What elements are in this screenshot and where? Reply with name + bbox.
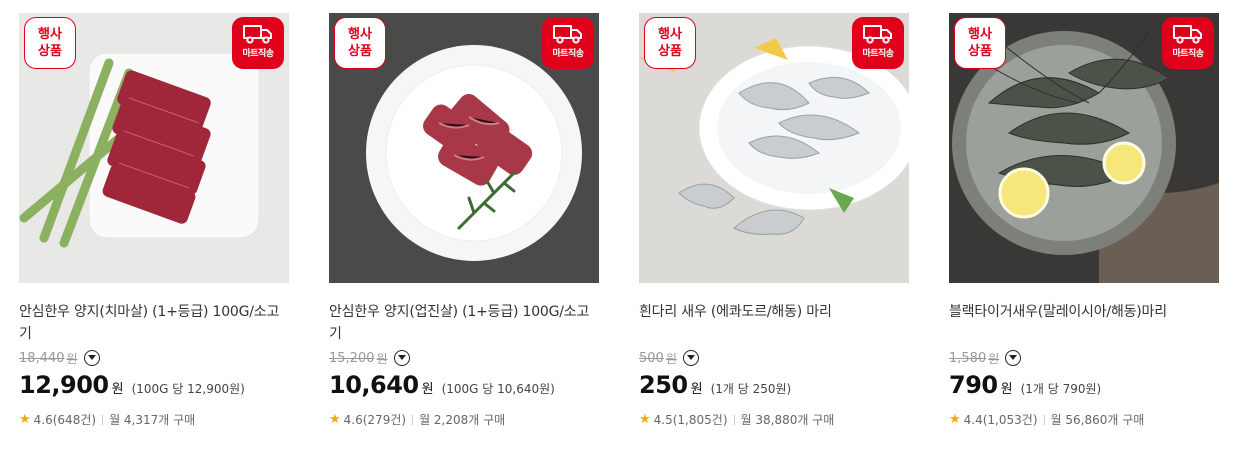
original-price: 15,200 원 <box>329 347 599 369</box>
mart-delivery-badge: 마트직송 <box>852 17 904 69</box>
sale-price: 250 원 (1개 당 250원) <box>639 371 792 399</box>
truck-icon <box>863 25 892 44</box>
truck-icon <box>553 25 582 44</box>
original-price: 1,580 원 <box>949 347 1219 369</box>
original-price: 18,440 원 <box>19 347 289 369</box>
mart-delivery-badge: 마트직송 <box>1162 17 1214 69</box>
review-meta: ★ 4.6(648건) 월 4,317개 구매 <box>19 411 289 428</box>
review-meta: ★ 4.5(1,805건) 월 38,880개 구매 <box>639 411 909 428</box>
chevron-down-icon[interactable] <box>682 350 699 366</box>
chevron-down-icon[interactable] <box>83 350 100 366</box>
product-name[interactable]: 안심한우 양지(치마살) (1+등급) 100G/소고기 <box>19 301 289 345</box>
divider <box>1043 414 1045 425</box>
monthly-purchases: 월 4,317개 구매 <box>109 413 196 427</box>
product-card[interactable]: 행사 상품 마트직송 안심한우 양지(치마살) (1+등급) 100G/소고기 … <box>19 13 289 428</box>
chevron-down-icon[interactable] <box>1005 350 1022 366</box>
sale-price: 12,900 원 (100G 당 12,900원) <box>19 371 245 399</box>
unit-price: (100G 당 12,900원) <box>131 382 245 396</box>
rating: 4.4(1,053건) <box>963 413 1038 427</box>
monthly-purchases: 월 38,880개 구매 <box>740 413 835 427</box>
product-name[interactable]: 흰다리 새우 (에콰도르/해동) 마리 <box>639 301 909 345</box>
product-card[interactable]: 행사 상품 마트직송 안심한우 양지(업진살) (1+등급) 100G/소고기 … <box>329 13 599 428</box>
review-meta: ★ 4.4(1,053건) 월 56,860개 구매 <box>949 411 1219 428</box>
event-badge: 행사 상품 <box>644 17 696 69</box>
review-meta: ★ 4.6(279건) 월 2,208개 구매 <box>329 411 599 428</box>
product-image[interactable]: 행사 상품 마트직송 <box>639 13 909 283</box>
unit-price: (1개 당 790원) <box>1020 382 1102 396</box>
event-badge: 행사 상품 <box>954 17 1006 69</box>
original-price: 500 원 <box>639 347 909 369</box>
divider <box>733 414 735 425</box>
divider <box>102 414 104 425</box>
product-name[interactable]: 블랙타이거새우(말레이시아/해동)마리 <box>949 301 1219 345</box>
product-card[interactable]: 행사 상품 마트직송 블랙타이거새우(말레이시아/해동)마리 1,580 원 7… <box>949 13 1219 428</box>
mart-delivery-badge: 마트직송 <box>542 17 594 69</box>
sale-price: 10,640 원 (100G 당 10,640원) <box>329 371 555 399</box>
star-icon: ★ <box>19 412 31 427</box>
monthly-purchases: 월 56,860개 구매 <box>1050 413 1145 427</box>
rating: 4.6(279건) <box>343 413 407 427</box>
product-image[interactable]: 행사 상품 마트직송 <box>949 13 1219 283</box>
mart-delivery-badge: 마트직송 <box>232 17 284 69</box>
product-grid: 행사 상품 마트직송 안심한우 양지(치마살) (1+등급) 100G/소고기 … <box>0 0 1235 457</box>
sale-price: 790 원 (1개 당 790원) <box>949 371 1102 399</box>
event-badge: 행사 상품 <box>24 17 76 69</box>
monthly-purchases: 월 2,208개 구매 <box>419 413 506 427</box>
truck-icon <box>243 25 272 44</box>
unit-price: (100G 당 10,640원) <box>441 382 555 396</box>
product-image[interactable]: 행사 상품 마트직송 <box>329 13 599 283</box>
rating: 4.6(648건) <box>33 413 97 427</box>
star-icon: ★ <box>639 412 651 427</box>
product-image[interactable]: 행사 상품 마트직송 <box>19 13 289 283</box>
unit-price: (1개 당 250원) <box>710 382 792 396</box>
star-icon: ★ <box>329 412 341 427</box>
star-icon: ★ <box>949 412 961 427</box>
divider <box>412 414 414 425</box>
event-badge: 행사 상품 <box>334 17 386 69</box>
product-card[interactable]: 행사 상품 마트직송 흰다리 새우 (에콰도르/해동) 마리 500 원 250 <box>639 13 909 428</box>
chevron-down-icon[interactable] <box>393 350 410 366</box>
rating: 4.5(1,805건) <box>653 413 728 427</box>
product-name[interactable]: 안심한우 양지(업진살) (1+등급) 100G/소고기 <box>329 301 599 345</box>
truck-icon <box>1173 25 1202 44</box>
